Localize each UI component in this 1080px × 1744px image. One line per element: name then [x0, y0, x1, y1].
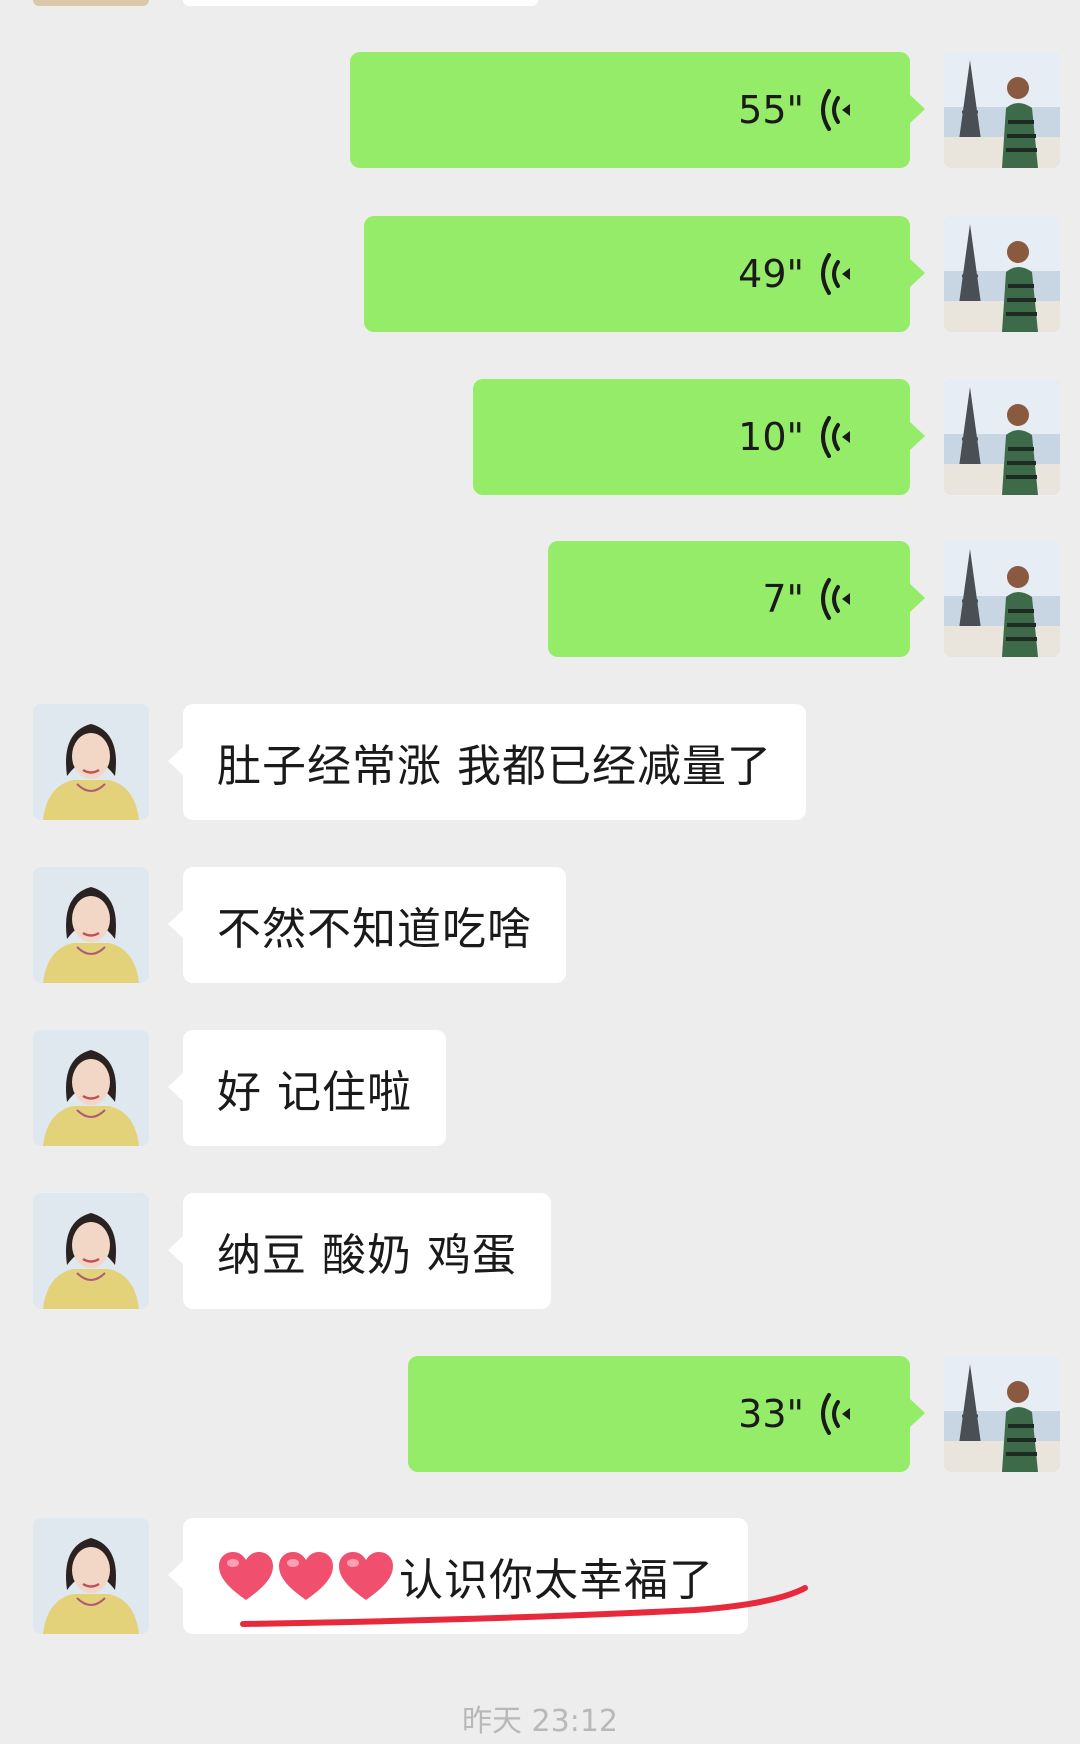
message-row: 7"	[0, 541, 1080, 657]
message-row: 49"	[0, 216, 1080, 332]
voice-duration: 10"	[738, 415, 804, 459]
voice-wave-icon	[820, 415, 860, 459]
voice-wave-icon	[820, 252, 860, 296]
message-row: 33"	[0, 1356, 1080, 1472]
voice-message[interactable]: 33"	[408, 1356, 925, 1472]
previous-bubble-partial	[183, 0, 538, 6]
voice-message[interactable]: 49"	[364, 216, 925, 332]
voice-message[interactable]: 55"	[350, 52, 925, 168]
text-message[interactable]: 好 记住啦	[168, 1030, 446, 1146]
red-underline-annotation	[235, 1570, 815, 1630]
my-avatar[interactable]	[944, 52, 1060, 168]
voice-duration: 49"	[738, 252, 804, 296]
friend-avatar[interactable]	[33, 1518, 149, 1634]
timestamp: 昨天 23:12	[462, 1704, 618, 1739]
text-message[interactable]: 纳豆 酸奶 鸡蛋	[168, 1193, 551, 1309]
friend-avatar[interactable]	[33, 1193, 149, 1309]
previous-message-partial	[33, 0, 149, 6]
voice-duration: 33"	[738, 1392, 804, 1436]
message-text: 纳豆 酸奶 鸡蛋	[217, 1230, 517, 1281]
message-row: 不然不知道吃啥	[0, 867, 1080, 983]
message-row: 10"	[0, 379, 1080, 495]
text-message[interactable]: 不然不知道吃啥	[168, 867, 566, 983]
text-message[interactable]: 肚子经常涨 我都已经减量了	[168, 704, 806, 820]
my-avatar[interactable]	[944, 379, 1060, 495]
voice-wave-icon	[820, 577, 860, 621]
message-row: 肚子经常涨 我都已经减量了	[0, 704, 1080, 820]
message-row: 纳豆 酸奶 鸡蛋	[0, 1193, 1080, 1309]
friend-avatar[interactable]	[33, 704, 149, 820]
my-avatar[interactable]	[944, 1356, 1060, 1472]
message-row: 55"	[0, 52, 1080, 168]
chat-message-list[interactable]: 55" 49" 10" 7" 肚子经常涨 我都已经减量了 不然不知道吃啥 好 记…	[0, 0, 1080, 1739]
message-text: 不然不知道吃啥	[217, 904, 532, 955]
voice-wave-icon	[820, 88, 860, 132]
voice-duration: 7"	[762, 577, 804, 621]
friend-avatar[interactable]	[33, 1030, 149, 1146]
my-avatar[interactable]	[944, 541, 1060, 657]
message-text: 肚子经常涨 我都已经减量了	[217, 741, 772, 792]
voice-message[interactable]: 7"	[548, 541, 925, 657]
voice-wave-icon	[820, 1392, 860, 1436]
message-text: 好 记住啦	[217, 1067, 412, 1118]
voice-duration: 55"	[738, 88, 804, 132]
friend-avatar[interactable]	[33, 867, 149, 983]
message-row: 好 记住啦	[0, 1030, 1080, 1146]
voice-message[interactable]: 10"	[473, 379, 925, 495]
my-avatar[interactable]	[944, 216, 1060, 332]
